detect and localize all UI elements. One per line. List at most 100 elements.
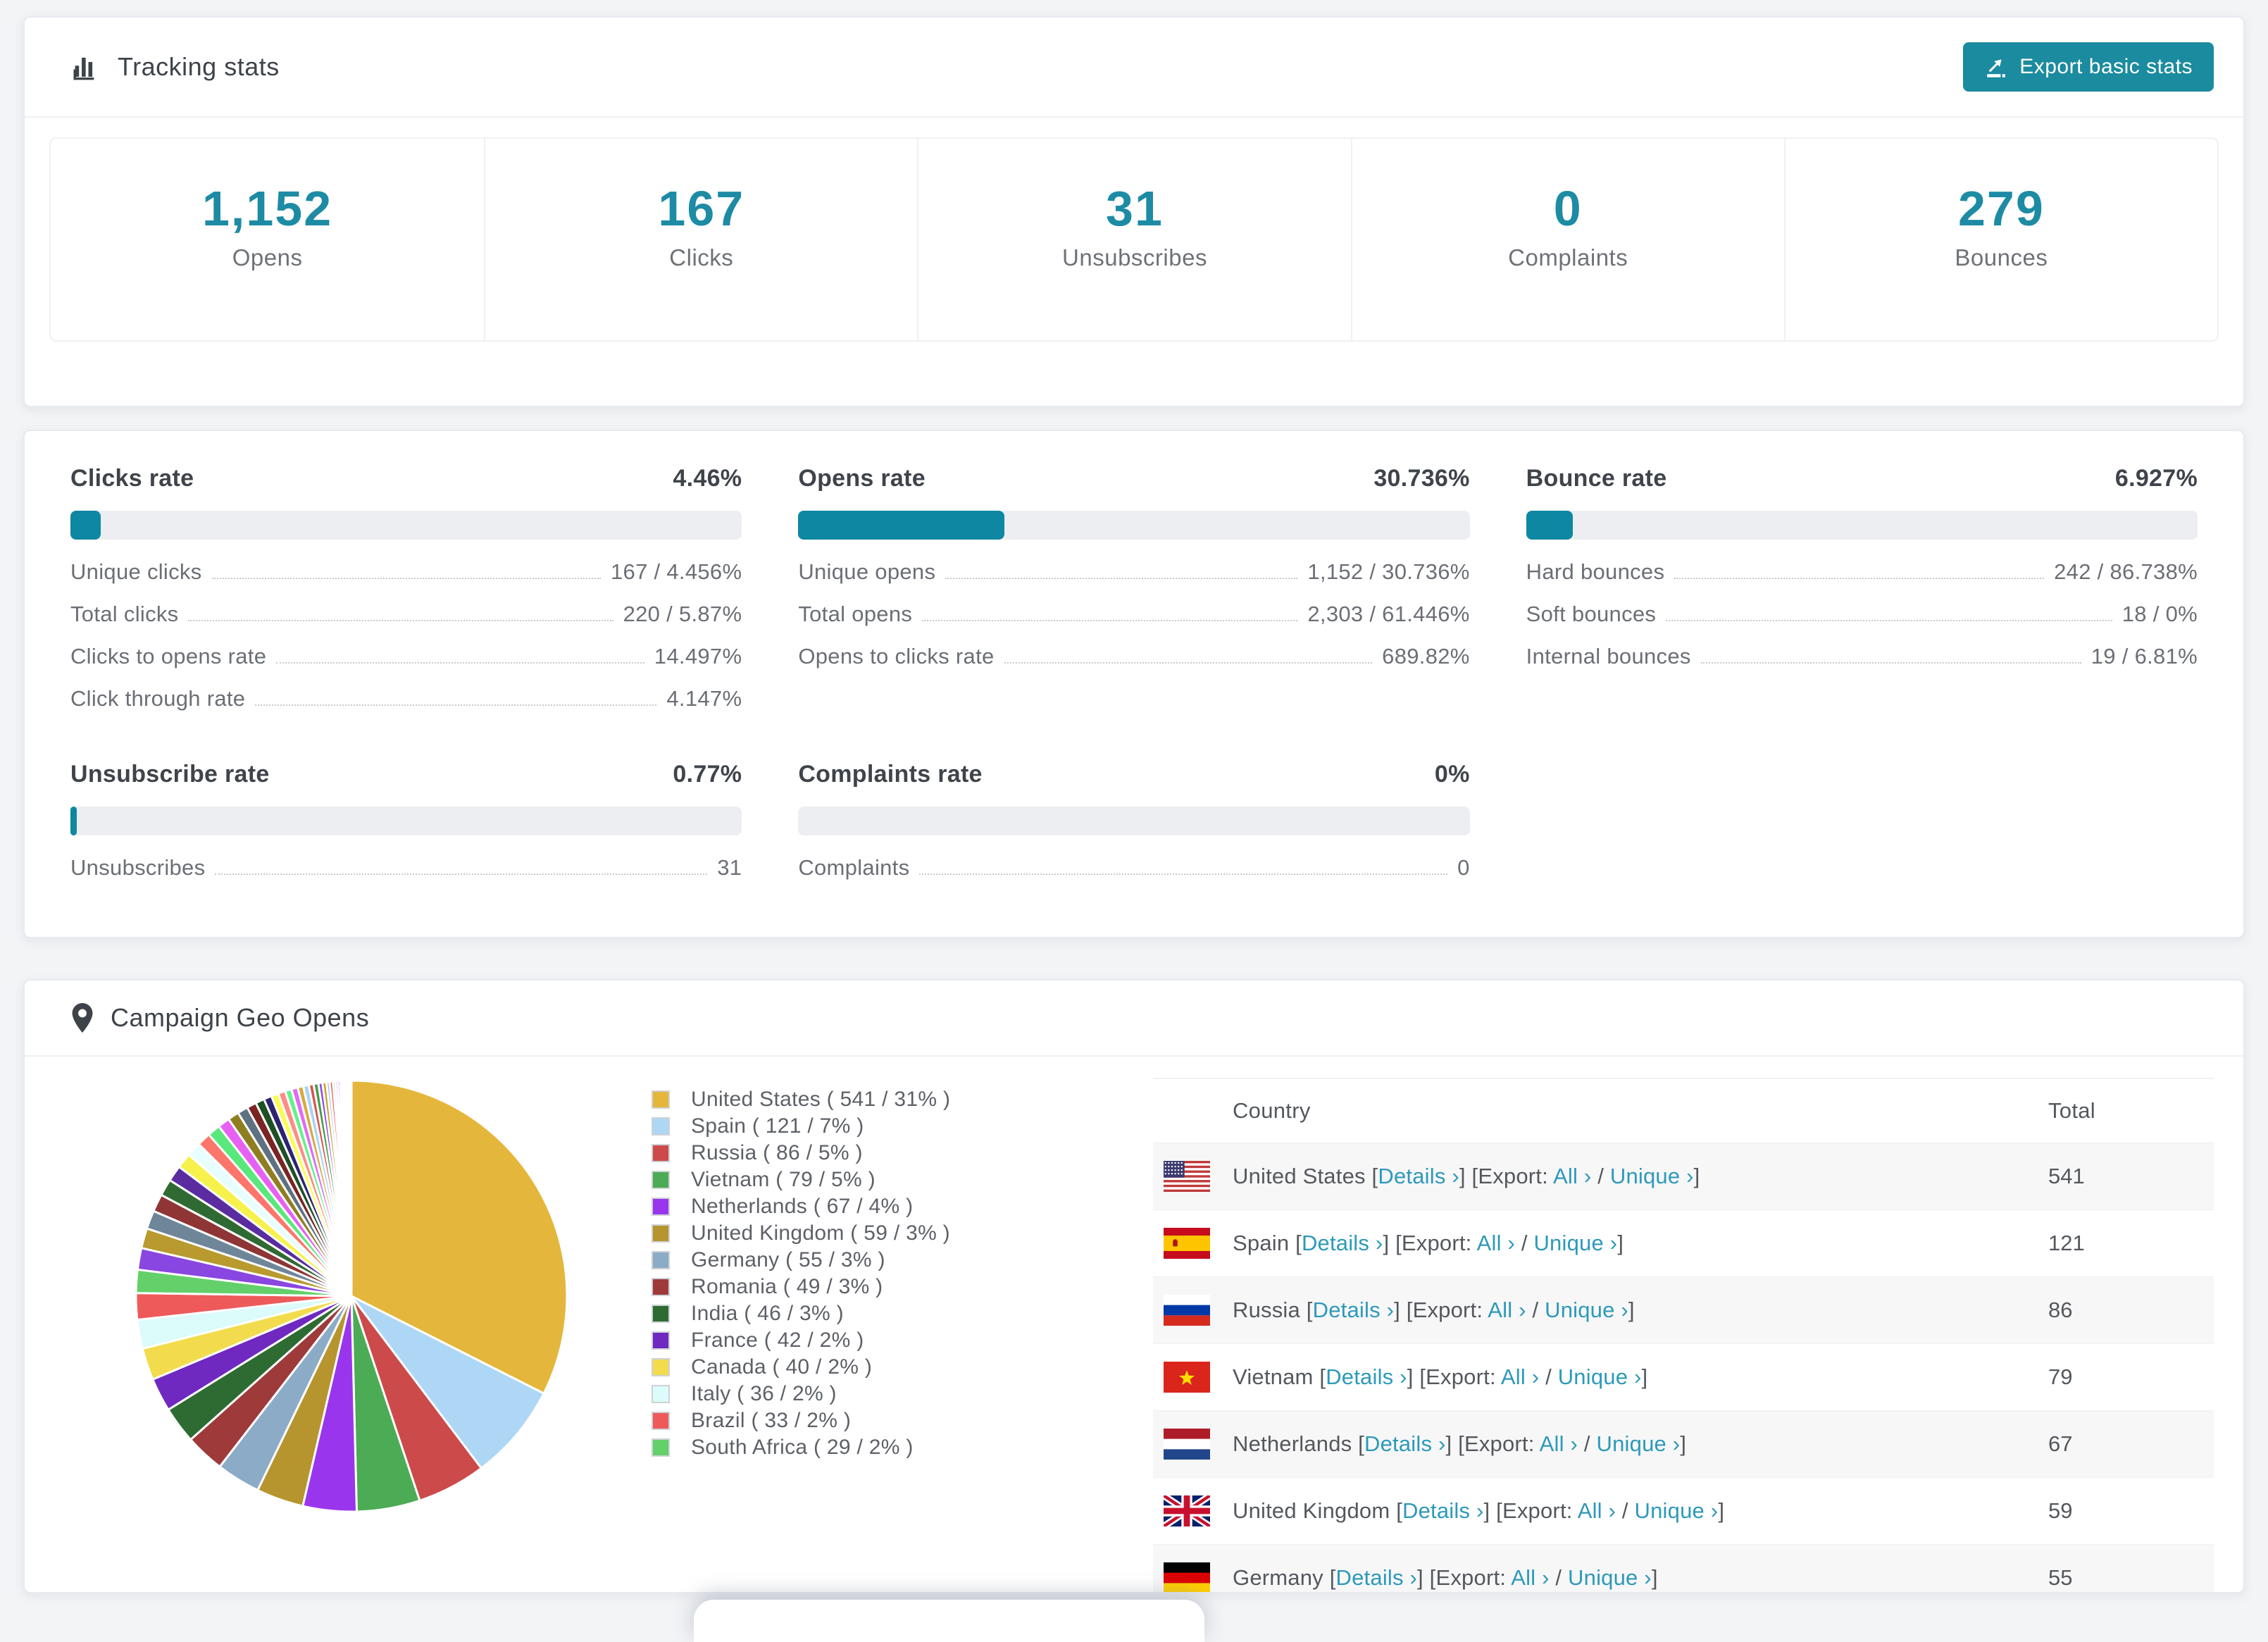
dotted-leader bbox=[919, 873, 1448, 875]
rate-block-unsubscribe-rate: Unsubscribe rate 0.77% Unsubscribes 31 bbox=[70, 761, 742, 889]
details-link[interactable]: Details › bbox=[1378, 1164, 1459, 1188]
rate-title: Opens rate bbox=[798, 465, 926, 492]
export-basic-stats-button[interactable]: Export basic stats bbox=[1963, 42, 2214, 92]
rate-detail-row-unsubscribes: Unsubscribes 31 bbox=[70, 847, 742, 889]
legend-label: Romania ( 49 / 3% ) bbox=[691, 1275, 883, 1298]
export-unique-link[interactable]: Unique › bbox=[1533, 1231, 1617, 1255]
flag-icon-ru bbox=[1164, 1295, 1210, 1326]
country-name: Spain bbox=[1233, 1231, 1296, 1255]
rate-block-opens-rate: Opens rate 30.736% Unique opens 1,152 / 30.… bbox=[798, 465, 1470, 720]
table-row-netherlands: Netherlands [Details ›] [Export: All › /… bbox=[1153, 1410, 2214, 1477]
legend-label: Germany ( 55 / 3% ) bbox=[691, 1248, 885, 1271]
rate-value: 30.736% bbox=[1373, 465, 1470, 492]
export-label: [Export: bbox=[1471, 1164, 1554, 1188]
export-all-link[interactable]: All › bbox=[1488, 1298, 1526, 1322]
rate-progress-fill bbox=[1526, 511, 1573, 540]
country-cell: United States [Details ›] [Export: All ›… bbox=[1233, 1164, 2048, 1189]
geo-opens-card: Campaign Geo Opens United States ( 541 /… bbox=[23, 979, 2245, 1593]
page-title: Tracking stats bbox=[118, 52, 280, 81]
export-all-link[interactable]: All › bbox=[1540, 1431, 1578, 1456]
detail-label: Unsubscribes bbox=[70, 854, 206, 880]
export-unique-link[interactable]: Unique › bbox=[1558, 1364, 1642, 1389]
table-row-vietnam: Vietnam [Details ›] [Export: All › / Uni… bbox=[1153, 1343, 2214, 1410]
table-row-russia: Russia [Details ›] [Export: All › / Uniq… bbox=[1153, 1276, 2214, 1343]
flag-icon-nl bbox=[1164, 1429, 1210, 1460]
detail-label: Hard bounces bbox=[1526, 559, 1665, 584]
export-unique-link[interactable]: Unique › bbox=[1635, 1498, 1719, 1523]
export-all-link[interactable]: All › bbox=[1578, 1498, 1616, 1523]
dotted-leader bbox=[1666, 620, 2112, 621]
rate-title: Unsubscribe rate bbox=[70, 761, 270, 788]
country-name: United States bbox=[1233, 1164, 1372, 1188]
export-unique-link[interactable]: Unique › bbox=[1597, 1431, 1681, 1456]
details-link[interactable]: Details › bbox=[1336, 1565, 1418, 1590]
total-column-header: Total bbox=[2048, 1098, 2095, 1123]
flag-icon-us bbox=[1164, 1161, 1210, 1192]
details-link[interactable]: Details › bbox=[1402, 1498, 1484, 1523]
export-unique-link[interactable]: Unique › bbox=[1568, 1565, 1652, 1590]
country-name: Russia bbox=[1233, 1298, 1307, 1322]
export-all-link[interactable]: All › bbox=[1477, 1231, 1515, 1255]
rate-progress-fill bbox=[70, 807, 77, 835]
bracket: [ bbox=[1358, 1431, 1364, 1456]
export-label: [Export: bbox=[1496, 1498, 1578, 1523]
dotted-leader bbox=[922, 620, 1298, 621]
flag-icon-vn bbox=[1164, 1362, 1210, 1393]
bracket: ] bbox=[1407, 1364, 1420, 1389]
rates-card: Clicks rate 4.46% Unique clicks 167 / 4.456… bbox=[23, 430, 2245, 938]
export-label: [Export: bbox=[1419, 1364, 1501, 1389]
dotted-leader bbox=[211, 578, 602, 579]
rate-progress-fill bbox=[798, 511, 1005, 540]
bracket: [ bbox=[1306, 1298, 1313, 1322]
bracket: ] bbox=[1680, 1431, 1687, 1456]
country-name: United Kingdom bbox=[1233, 1498, 1397, 1523]
slash: / bbox=[1578, 1431, 1597, 1456]
details-link[interactable]: Details › bbox=[1326, 1364, 1407, 1389]
legend-item-united-states: United States ( 541 / 31% ) bbox=[652, 1086, 950, 1113]
country-cell: Vietnam [Details ›] [Export: All › / Uni… bbox=[1233, 1364, 2048, 1390]
export-all-link[interactable]: All › bbox=[1501, 1364, 1539, 1389]
total-cell: 79 bbox=[2048, 1364, 2073, 1389]
export-all-link[interactable]: All › bbox=[1553, 1164, 1591, 1188]
stat-complaints: 0 Complaints bbox=[1350, 139, 1784, 340]
details-link[interactable]: Details › bbox=[1302, 1231, 1383, 1255]
stat-value: 1,152 bbox=[202, 181, 333, 236]
details-link[interactable]: Details › bbox=[1313, 1298, 1395, 1322]
total-cell: 86 bbox=[2048, 1298, 2073, 1322]
rate-value: 4.46% bbox=[673, 465, 742, 492]
export-unique-link[interactable]: Unique › bbox=[1545, 1298, 1628, 1322]
dotted-leader bbox=[1004, 662, 1373, 664]
total-cell: 121 bbox=[2048, 1231, 2085, 1255]
tracking-stats-header: Tracking stats Export basic stats bbox=[25, 18, 2243, 116]
export-all-link[interactable]: All › bbox=[1511, 1565, 1549, 1590]
rate-value: 0.77% bbox=[673, 761, 742, 788]
stat-value: 0 bbox=[1553, 181, 1583, 236]
rate-detail-row-hard-bounces: Hard bounces 242 / 86.738% bbox=[1526, 551, 2198, 593]
stat-value: 31 bbox=[1106, 181, 1164, 236]
country-name: Netherlands bbox=[1233, 1431, 1359, 1456]
detail-label: Clicks to opens rate bbox=[70, 643, 267, 668]
geo-opens-header: Campaign Geo Opens bbox=[25, 981, 2243, 1055]
rate-detail-row-unique-opens: Unique opens 1,152 / 30.736% bbox=[798, 551, 1469, 593]
detail-value: 220 / 5.87% bbox=[623, 601, 742, 626]
export-label: [Export: bbox=[1406, 1298, 1488, 1322]
country-cell: Spain [Details ›] [Export: All › / Uniqu… bbox=[1233, 1231, 2048, 1256]
stat-bounces: 279 Bounces bbox=[1783, 139, 2217, 340]
dotted-leader bbox=[276, 662, 644, 664]
rate-title: Clicks rate bbox=[70, 465, 194, 492]
detail-value: 167 / 4.456% bbox=[611, 559, 742, 584]
details-link[interactable]: Details › bbox=[1364, 1431, 1446, 1456]
legend-item-romania: Romania ( 49 / 3% ) bbox=[652, 1274, 950, 1300]
rate-progress-bar bbox=[70, 511, 742, 540]
detail-value: 31 bbox=[717, 854, 742, 880]
legend-item-united-kingdom: United Kingdom ( 59 / 3% ) bbox=[652, 1220, 950, 1247]
detail-value: 0 bbox=[1457, 854, 1470, 880]
bracket: ] bbox=[1651, 1565, 1658, 1590]
legend-label: Vietnam ( 79 / 5% ) bbox=[691, 1168, 876, 1191]
bracket: ] bbox=[1628, 1298, 1635, 1322]
legend-label: Canada ( 40 / 2% ) bbox=[691, 1355, 873, 1379]
detail-label: Unique opens bbox=[798, 559, 936, 584]
export-unique-link[interactable]: Unique › bbox=[1610, 1164, 1694, 1188]
rate-progress-bar bbox=[70, 807, 742, 835]
total-cell: 55 bbox=[2048, 1565, 2073, 1590]
